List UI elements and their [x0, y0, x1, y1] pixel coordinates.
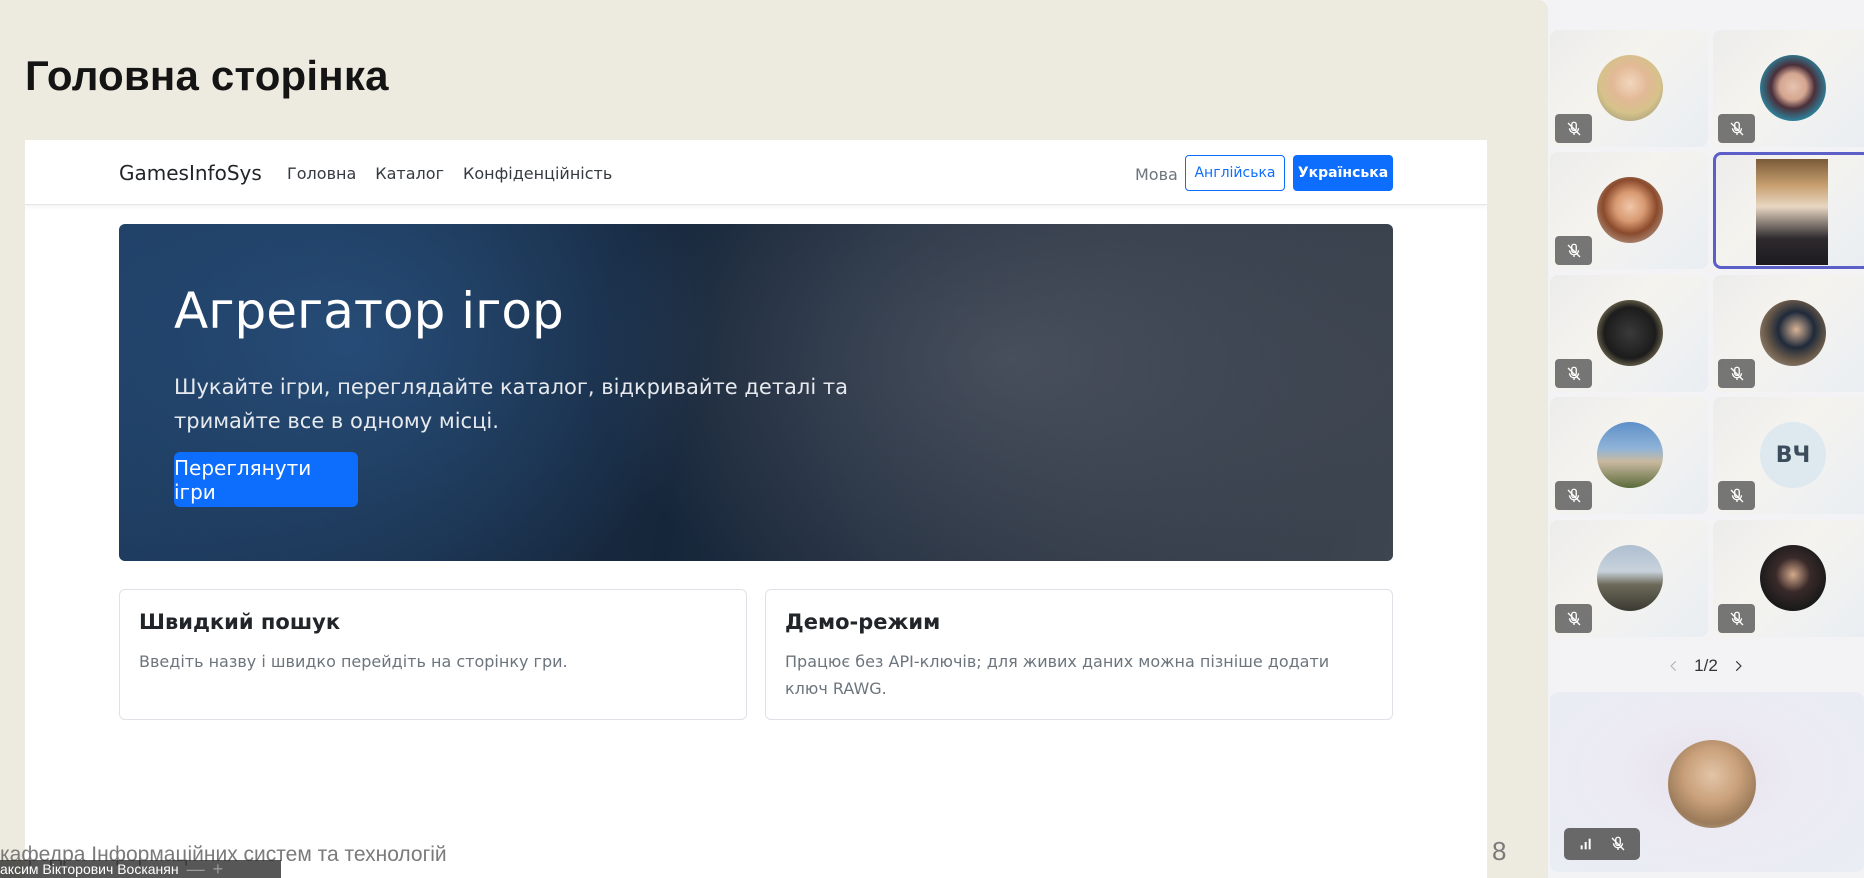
slide-number: 8	[1492, 836, 1507, 866]
participant-tile[interactable]	[1713, 30, 1864, 147]
chevron-right-icon[interactable]	[1728, 656, 1748, 676]
self-video-tile[interactable]	[1550, 692, 1864, 872]
participant-tile[interactable]: ВЧ	[1713, 397, 1864, 514]
mic-off-icon	[1555, 481, 1592, 510]
feature-card-demo-mode: Демо-режим Працює без API-ключів; для жи…	[765, 589, 1393, 720]
mic-off-icon	[1718, 359, 1755, 388]
participant-avatar	[1597, 545, 1663, 611]
participant-avatar	[1597, 55, 1663, 121]
slide-title: Головна сторінка	[25, 52, 389, 99]
participant-avatar	[1597, 422, 1663, 488]
participant-tile[interactable]	[1550, 30, 1708, 147]
participant-initials: ВЧ	[1760, 422, 1826, 488]
participant-avatar	[1760, 55, 1826, 121]
participant-avatar	[1597, 300, 1663, 366]
mic-off-icon	[1718, 114, 1755, 143]
presenter-label: аксим Вікторович Восканян — +	[0, 860, 281, 878]
participant-tile[interactable]	[1713, 275, 1864, 392]
participant-tile[interactable]	[1550, 275, 1708, 392]
browse-games-button[interactable]: Переглянути ігри	[174, 452, 358, 507]
participant-video	[1756, 159, 1828, 265]
card-text: Введіть назву і швидко перейдіть на стор…	[139, 652, 568, 671]
participant-avatar	[1597, 177, 1663, 243]
presenter-name: аксим Вікторович Восканян	[0, 861, 179, 877]
mic-off-icon	[1555, 359, 1592, 388]
participants-panel: ВЧ 1/2	[1548, 0, 1864, 878]
card-title: Демо-режим	[785, 610, 941, 634]
site-nav-links: Головна Каталог Конфіденційність	[287, 164, 612, 183]
self-controls	[1564, 828, 1640, 860]
hero-description: Шукайте ігри, переглядайте каталог, відк…	[174, 375, 848, 433]
nav-link-privacy[interactable]: Конфіденційність	[463, 164, 612, 183]
mic-off-icon[interactable]	[1606, 832, 1630, 856]
language-label: Мова	[1135, 165, 1178, 184]
page-indicator: 1/2	[1694, 656, 1718, 675]
hero-banner: Агрегатор ігор Шукайте ігри, переглядайт…	[119, 224, 1393, 561]
language-ukrainian-button[interactable]: Українська	[1293, 155, 1393, 191]
mic-off-icon	[1555, 604, 1592, 633]
zoom-in-button[interactable]: +	[213, 860, 224, 878]
participant-tile-active-speaker[interactable]	[1713, 152, 1864, 269]
site-brand[interactable]: GamesInfoSys	[119, 161, 262, 185]
mic-off-icon	[1555, 114, 1592, 143]
presentation-slide: Головна сторінка GamesInfoSys Головна Ка…	[0, 0, 1548, 878]
site-navbar: GamesInfoSys Головна Каталог Конфіденцій…	[25, 140, 1487, 205]
website-screenshot: GamesInfoSys Головна Каталог Конфіденцій…	[25, 140, 1487, 878]
language-english-button[interactable]: Англійська	[1185, 155, 1285, 191]
mic-off-icon	[1555, 236, 1592, 265]
nav-link-catalog[interactable]: Каталог	[375, 164, 444, 183]
card-title: Швидкий пошук	[139, 610, 341, 634]
self-avatar	[1668, 740, 1756, 828]
participant-tile[interactable]	[1713, 520, 1864, 637]
nav-link-home[interactable]: Головна	[287, 164, 356, 183]
hero-title: Агрегатор ігор	[174, 282, 564, 340]
participant-tile[interactable]	[1550, 520, 1708, 637]
zoom-out-button[interactable]: —	[187, 860, 205, 878]
chevron-left-icon[interactable]	[1664, 656, 1684, 676]
mic-off-icon	[1718, 604, 1755, 633]
participants-pager: 1/2	[1548, 654, 1864, 678]
card-text: Працює без API-ключів; для живих даних м…	[785, 652, 1330, 698]
signal-bars-icon[interactable]	[1574, 832, 1598, 856]
participant-avatar	[1760, 300, 1826, 366]
participant-tile[interactable]	[1550, 152, 1708, 269]
participant-avatar	[1760, 545, 1826, 611]
participant-tile[interactable]	[1550, 397, 1708, 514]
mic-off-icon	[1718, 481, 1755, 510]
feature-card-quick-search: Швидкий пошук Введіть назву і швидко пер…	[119, 589, 747, 720]
